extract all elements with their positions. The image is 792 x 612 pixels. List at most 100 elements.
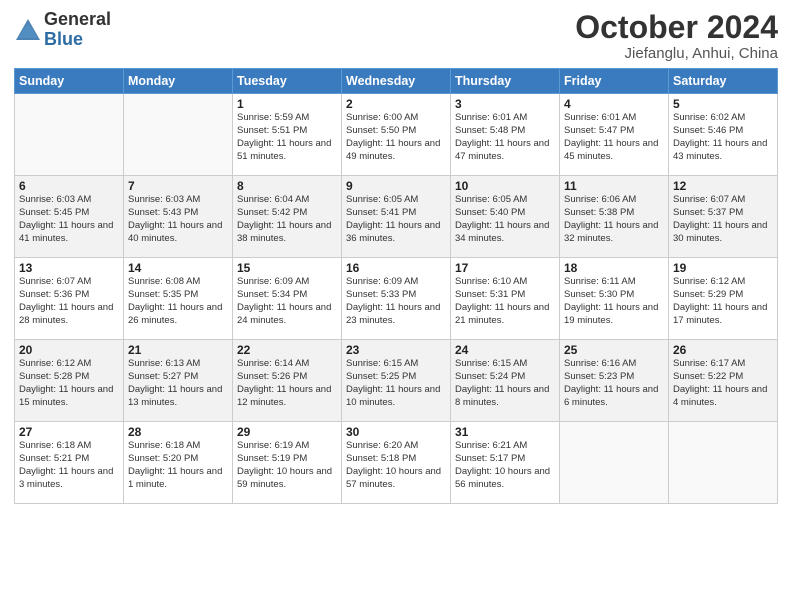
day-number: 28 [128,425,228,439]
day-number: 27 [19,425,119,439]
day-number: 15 [237,261,337,275]
calendar-cell: 11Sunrise: 6:06 AMSunset: 5:38 PMDayligh… [560,176,669,258]
cell-info: Sunrise: 6:18 AMSunset: 5:20 PMDaylight:… [128,440,228,491]
logo-blue-text: Blue [44,29,83,49]
cell-info: Sunrise: 6:04 AMSunset: 5:42 PMDaylight:… [237,194,337,245]
calendar-week-row: 1Sunrise: 5:59 AMSunset: 5:51 PMDaylight… [15,94,778,176]
cell-info: Sunrise: 6:20 AMSunset: 5:18 PMDaylight:… [346,440,446,491]
calendar-cell [15,94,124,176]
day-number: 20 [19,343,119,357]
title-area: October 2024 Jiefanglu, Anhui, China [575,10,778,62]
cell-info: Sunrise: 6:14 AMSunset: 5:26 PMDaylight:… [237,358,337,409]
day-number: 24 [455,343,555,357]
cell-info: Sunrise: 6:12 AMSunset: 5:28 PMDaylight:… [19,358,119,409]
day-number: 16 [346,261,446,275]
cell-info: Sunrise: 6:10 AMSunset: 5:31 PMDaylight:… [455,276,555,327]
calendar-cell: 30Sunrise: 6:20 AMSunset: 5:18 PMDayligh… [342,422,451,504]
calendar-cell: 7Sunrise: 6:03 AMSunset: 5:43 PMDaylight… [124,176,233,258]
calendar-cell: 10Sunrise: 6:05 AMSunset: 5:40 PMDayligh… [451,176,560,258]
calendar-cell: 21Sunrise: 6:13 AMSunset: 5:27 PMDayligh… [124,340,233,422]
weekday-row: SundayMondayTuesdayWednesdayThursdayFrid… [15,69,778,94]
calendar-cell: 17Sunrise: 6:10 AMSunset: 5:31 PMDayligh… [451,258,560,340]
cell-info: Sunrise: 6:06 AMSunset: 5:38 PMDaylight:… [564,194,664,245]
logo-area: General Blue [14,10,111,50]
calendar-cell: 28Sunrise: 6:18 AMSunset: 5:20 PMDayligh… [124,422,233,504]
calendar-cell: 20Sunrise: 6:12 AMSunset: 5:28 PMDayligh… [15,340,124,422]
day-number: 18 [564,261,664,275]
location-title: Jiefanglu, Anhui, China [575,45,778,62]
day-number: 2 [346,97,446,111]
cell-info: Sunrise: 6:03 AMSunset: 5:45 PMDaylight:… [19,194,119,245]
calendar-cell [124,94,233,176]
calendar-cell: 23Sunrise: 6:15 AMSunset: 5:25 PMDayligh… [342,340,451,422]
calendar-cell: 5Sunrise: 6:02 AMSunset: 5:46 PMDaylight… [669,94,778,176]
calendar-cell: 22Sunrise: 6:14 AMSunset: 5:26 PMDayligh… [233,340,342,422]
calendar-table: SundayMondayTuesdayWednesdayThursdayFrid… [14,68,778,504]
calendar-cell: 12Sunrise: 6:07 AMSunset: 5:37 PMDayligh… [669,176,778,258]
calendar-cell: 2Sunrise: 6:00 AMSunset: 5:50 PMDaylight… [342,94,451,176]
day-number: 7 [128,179,228,193]
day-number: 31 [455,425,555,439]
cell-info: Sunrise: 5:59 AMSunset: 5:51 PMDaylight:… [237,112,337,163]
calendar-cell: 8Sunrise: 6:04 AMSunset: 5:42 PMDaylight… [233,176,342,258]
calendar-cell: 26Sunrise: 6:17 AMSunset: 5:22 PMDayligh… [669,340,778,422]
cell-info: Sunrise: 6:05 AMSunset: 5:40 PMDaylight:… [455,194,555,245]
calendar-cell: 29Sunrise: 6:19 AMSunset: 5:19 PMDayligh… [233,422,342,504]
cell-info: Sunrise: 6:02 AMSunset: 5:46 PMDaylight:… [673,112,773,163]
day-number: 6 [19,179,119,193]
cell-info: Sunrise: 6:00 AMSunset: 5:50 PMDaylight:… [346,112,446,163]
month-title: October 2024 [575,10,778,45]
weekday-header-sunday: Sunday [15,69,124,94]
calendar-cell [669,422,778,504]
calendar-cell: 13Sunrise: 6:07 AMSunset: 5:36 PMDayligh… [15,258,124,340]
cell-info: Sunrise: 6:11 AMSunset: 5:30 PMDaylight:… [564,276,664,327]
day-number: 21 [128,343,228,357]
day-number: 23 [346,343,446,357]
day-number: 22 [237,343,337,357]
weekday-header-friday: Friday [560,69,669,94]
calendar-week-row: 27Sunrise: 6:18 AMSunset: 5:21 PMDayligh… [15,422,778,504]
day-number: 25 [564,343,664,357]
cell-info: Sunrise: 6:19 AMSunset: 5:19 PMDaylight:… [237,440,337,491]
page: General Blue October 2024 Jiefanglu, Anh… [0,0,792,612]
day-number: 19 [673,261,773,275]
day-number: 4 [564,97,664,111]
day-number: 1 [237,97,337,111]
calendar-week-row: 13Sunrise: 6:07 AMSunset: 5:36 PMDayligh… [15,258,778,340]
weekday-header-saturday: Saturday [669,69,778,94]
calendar-cell: 1Sunrise: 5:59 AMSunset: 5:51 PMDaylight… [233,94,342,176]
day-number: 3 [455,97,555,111]
cell-info: Sunrise: 6:13 AMSunset: 5:27 PMDaylight:… [128,358,228,409]
cell-info: Sunrise: 6:12 AMSunset: 5:29 PMDaylight:… [673,276,773,327]
cell-info: Sunrise: 6:07 AMSunset: 5:37 PMDaylight:… [673,194,773,245]
day-number: 10 [455,179,555,193]
cell-info: Sunrise: 6:01 AMSunset: 5:47 PMDaylight:… [564,112,664,163]
calendar-cell: 16Sunrise: 6:09 AMSunset: 5:33 PMDayligh… [342,258,451,340]
calendar-cell: 24Sunrise: 6:15 AMSunset: 5:24 PMDayligh… [451,340,560,422]
calendar-cell: 31Sunrise: 6:21 AMSunset: 5:17 PMDayligh… [451,422,560,504]
weekday-header-tuesday: Tuesday [233,69,342,94]
cell-info: Sunrise: 6:15 AMSunset: 5:24 PMDaylight:… [455,358,555,409]
header: General Blue October 2024 Jiefanglu, Anh… [14,10,778,62]
calendar-cell [560,422,669,504]
calendar-cell: 15Sunrise: 6:09 AMSunset: 5:34 PMDayligh… [233,258,342,340]
day-number: 5 [673,97,773,111]
calendar-body: 1Sunrise: 5:59 AMSunset: 5:51 PMDaylight… [15,94,778,504]
cell-info: Sunrise: 6:05 AMSunset: 5:41 PMDaylight:… [346,194,446,245]
calendar-cell: 9Sunrise: 6:05 AMSunset: 5:41 PMDaylight… [342,176,451,258]
calendar-cell: 4Sunrise: 6:01 AMSunset: 5:47 PMDaylight… [560,94,669,176]
cell-info: Sunrise: 6:09 AMSunset: 5:33 PMDaylight:… [346,276,446,327]
weekday-header-wednesday: Wednesday [342,69,451,94]
day-number: 9 [346,179,446,193]
calendar-cell: 18Sunrise: 6:11 AMSunset: 5:30 PMDayligh… [560,258,669,340]
cell-info: Sunrise: 6:01 AMSunset: 5:48 PMDaylight:… [455,112,555,163]
calendar-week-row: 6Sunrise: 6:03 AMSunset: 5:45 PMDaylight… [15,176,778,258]
calendar-cell: 25Sunrise: 6:16 AMSunset: 5:23 PMDayligh… [560,340,669,422]
day-number: 29 [237,425,337,439]
calendar-cell: 3Sunrise: 6:01 AMSunset: 5:48 PMDaylight… [451,94,560,176]
day-number: 30 [346,425,446,439]
logo-icon [14,16,42,44]
day-number: 8 [237,179,337,193]
day-number: 12 [673,179,773,193]
cell-info: Sunrise: 6:07 AMSunset: 5:36 PMDaylight:… [19,276,119,327]
